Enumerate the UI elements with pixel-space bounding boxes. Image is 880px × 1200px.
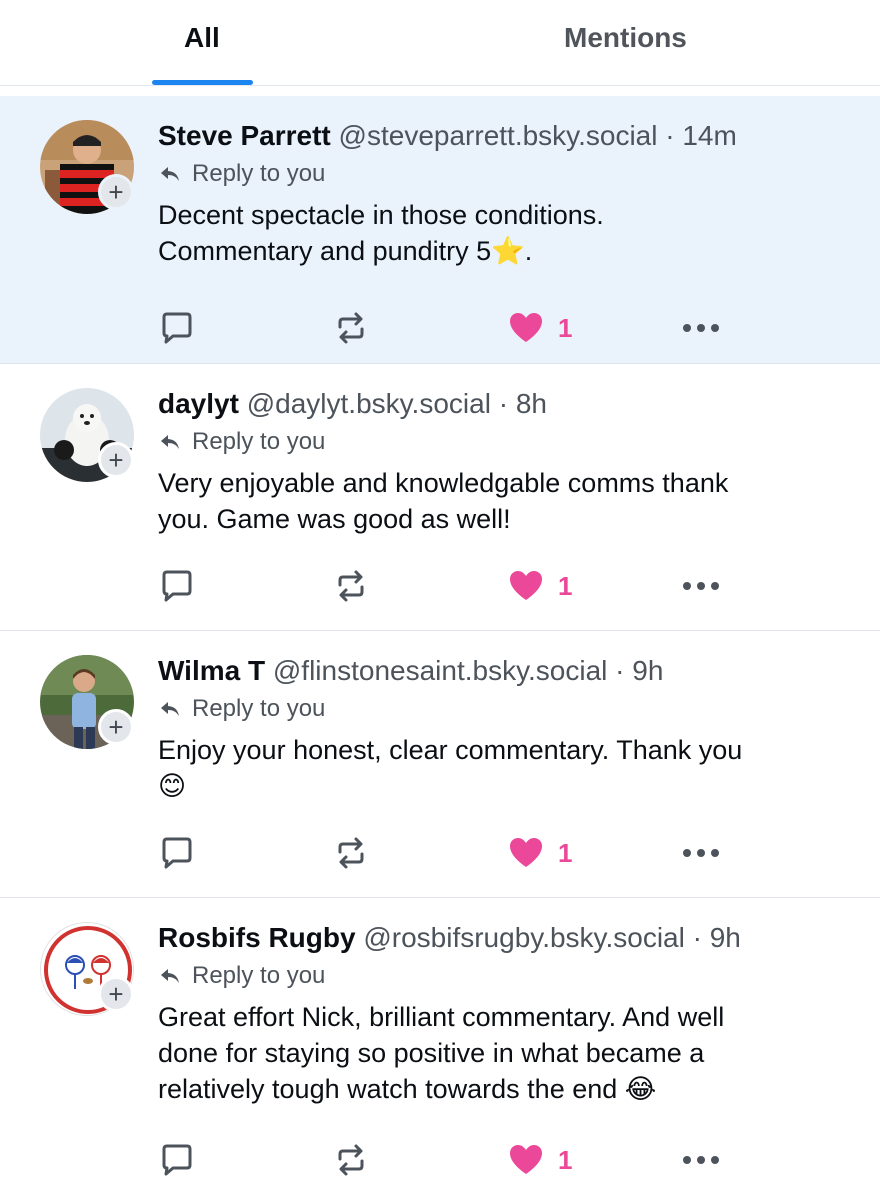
timestamp[interactable]: 9h (632, 655, 663, 686)
follow-plus-icon[interactable]: + (98, 976, 134, 1012)
display-name[interactable]: Steve Parrett (158, 120, 331, 151)
ellipsis-icon (683, 1156, 719, 1164)
repost-icon (338, 570, 364, 602)
heart-filled-icon (510, 838, 542, 867)
like-count: 1 (558, 312, 573, 343)
post-actions: 1 (158, 308, 728, 348)
repost-button[interactable] (332, 566, 370, 606)
reply-to-label: Reply to you (192, 962, 326, 989)
more-options-button[interactable] (683, 308, 719, 348)
display-name[interactable]: daylyt (158, 388, 239, 419)
reply-context: Reply to you (158, 159, 850, 189)
repost-button[interactable] (332, 308, 370, 348)
reply-post[interactable]: + Rosbifs Rugby @rosbifsrugby.bsky.socia… (0, 898, 880, 1200)
reply-context: Reply to you (158, 961, 850, 991)
post-text: Very enjoyable and knowledgable comms th… (158, 468, 729, 534)
reply-to-label: Reply to you (192, 695, 326, 722)
post-actions: 1 (158, 1140, 728, 1180)
reply-to-label: Reply to you (192, 160, 326, 187)
reply-button[interactable] (158, 308, 196, 348)
post-header: Rosbifs Rugby @rosbifsrugby.bsky.social … (158, 920, 850, 956)
separator: · (615, 655, 625, 686)
display-name[interactable]: Rosbifs Rugby (158, 922, 356, 953)
display-name[interactable]: Wilma T (158, 655, 265, 686)
comment-icon (162, 570, 192, 602)
reply-context: Reply to you (158, 427, 850, 457)
handle[interactable]: @flinstonesaint.bsky.social (273, 655, 608, 686)
like-count: 1 (558, 570, 573, 601)
separator: · (665, 120, 675, 151)
post-text: Decent spectacle in those conditions. Co… (158, 200, 604, 266)
reply-arrow-icon (161, 435, 179, 449)
reply-post[interactable]: + Wilma T @flinstonesaint.bsky.social · … (0, 631, 880, 898)
post-actions: 1 (158, 833, 728, 873)
post-header: Wilma T @flinstonesaint.bsky.social · 9h (158, 653, 850, 689)
handle[interactable]: @steveparrett.bsky.social (339, 120, 658, 151)
reply-arrow-icon (161, 702, 179, 716)
reply-post[interactable]: + Steve Parrett @steveparrett.bsky.socia… (0, 96, 880, 364)
comment-icon (162, 312, 192, 344)
reply-arrow-icon (161, 969, 179, 983)
repost-button[interactable] (332, 833, 370, 873)
post-header: Steve Parrett @steveparrett.bsky.social … (158, 118, 850, 154)
separator: · (692, 922, 702, 953)
more-options-button[interactable] (683, 1140, 719, 1180)
reply-button[interactable] (158, 566, 196, 606)
post-text: Enjoy your honest, clear commentary. Tha… (158, 735, 743, 801)
more-options-button[interactable] (683, 566, 719, 606)
timestamp[interactable]: 9h (710, 922, 741, 953)
repost-button[interactable] (332, 1140, 370, 1180)
reply-context: Reply to you (158, 694, 850, 724)
like-button[interactable]: 1 (508, 1140, 572, 1180)
handle[interactable]: @daylyt.bsky.social (247, 388, 491, 419)
notification-feed: + Steve Parrett @steveparrett.bsky.socia… (0, 86, 880, 1200)
repost-icon (338, 837, 364, 869)
follow-plus-icon[interactable]: + (98, 174, 134, 210)
like-count: 1 (558, 837, 573, 868)
ellipsis-icon (683, 849, 719, 857)
post-actions: 1 (158, 566, 728, 606)
tab-bar: All Mentions (0, 0, 880, 86)
timestamp[interactable]: 8h (516, 388, 547, 419)
like-count: 1 (558, 1144, 573, 1175)
separator: · (498, 388, 509, 419)
repost-icon (338, 312, 364, 344)
comment-icon (162, 1144, 192, 1176)
active-tab-indicator (152, 80, 253, 85)
timestamp[interactable]: 14m (682, 120, 736, 151)
heart-filled-icon (510, 571, 542, 600)
follow-plus-icon[interactable]: + (98, 442, 134, 478)
ellipsis-icon (683, 582, 719, 590)
comment-icon (162, 837, 192, 869)
like-button[interactable]: 1 (508, 566, 572, 606)
handle[interactable]: @rosbifsrugby.bsky.social (363, 922, 685, 953)
like-button[interactable]: 1 (508, 833, 572, 873)
reply-post[interactable]: + daylyt @daylyt.bsky.social · 8h Reply … (0, 364, 880, 631)
more-options-button[interactable] (683, 833, 719, 873)
ellipsis-icon (683, 324, 719, 332)
tab-mentions[interactable]: Mentions (564, 18, 687, 58)
post-header: daylyt @daylyt.bsky.social · 8h (158, 386, 850, 422)
tab-all[interactable]: All (184, 18, 220, 58)
heart-filled-icon (510, 313, 542, 342)
reply-button[interactable] (158, 833, 196, 873)
reply-to-label: Reply to you (192, 428, 326, 455)
reply-arrow-icon (161, 167, 179, 181)
reply-button[interactable] (158, 1140, 196, 1180)
repost-icon (338, 1144, 364, 1176)
feed-top-spacer (0, 86, 880, 96)
post-text: Great effort Nick, brilliant commentary.… (158, 1002, 725, 1104)
heart-filled-icon (510, 1145, 542, 1174)
follow-plus-icon[interactable]: + (98, 709, 134, 745)
like-button[interactable]: 1 (508, 308, 572, 348)
